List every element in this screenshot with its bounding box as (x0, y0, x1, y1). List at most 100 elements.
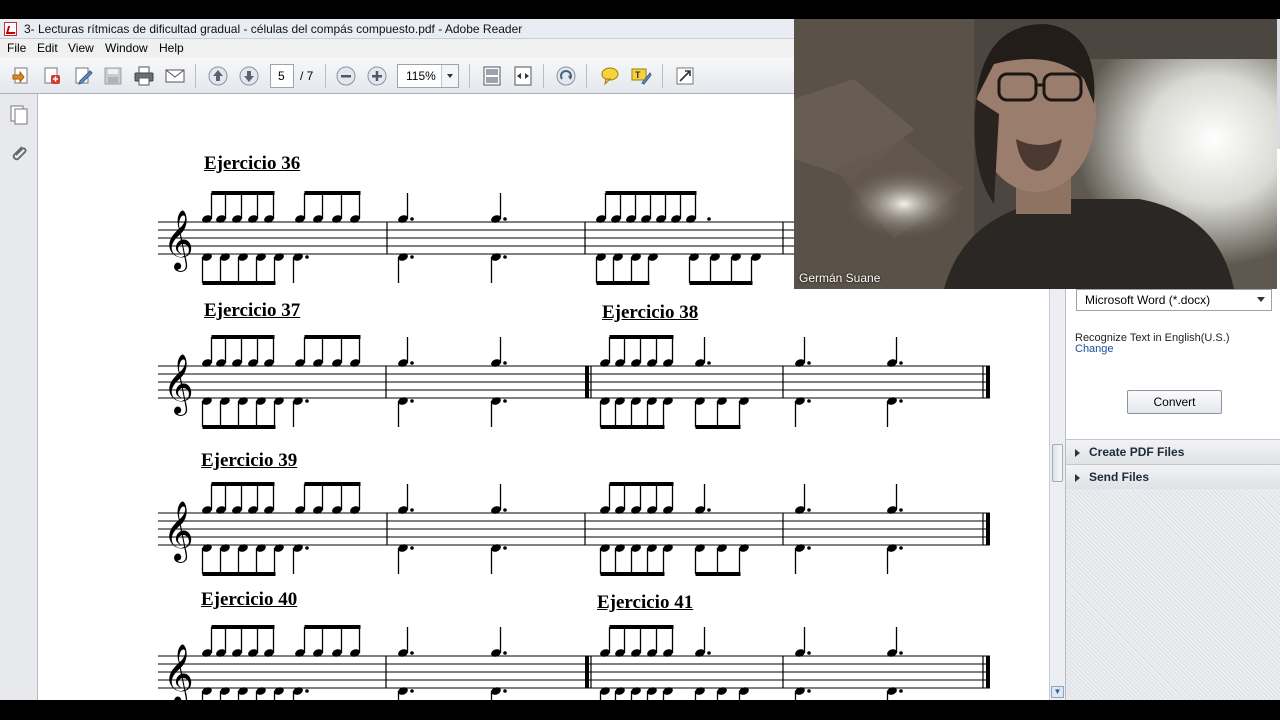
create-pdf-files-section[interactable]: Create PDF Files (1066, 439, 1280, 464)
note-dot (305, 546, 309, 550)
section-label: Send Files (1089, 470, 1150, 484)
note-beam (609, 482, 674, 486)
bar-line (585, 366, 589, 398)
note-dot (707, 217, 711, 221)
menu-help[interactable]: Help (159, 41, 184, 55)
note-dot (503, 255, 507, 259)
open-file-icon[interactable] (9, 64, 33, 88)
webcam-video (794, 19, 1277, 289)
note-beam (596, 281, 650, 285)
note-beam (600, 572, 665, 576)
note-dot (305, 689, 309, 693)
note-dot (410, 255, 414, 259)
note-dot (503, 546, 507, 550)
note-beam (609, 625, 674, 629)
note-dot (410, 651, 414, 655)
menu-view[interactable]: View (68, 41, 94, 55)
bar-line (585, 656, 589, 688)
attachments-icon[interactable] (8, 142, 30, 169)
zoom-level-select[interactable]: 115% (397, 64, 459, 88)
note-beam (211, 335, 275, 339)
svg-text:T: T (635, 70, 641, 80)
toolbar-separator (325, 64, 326, 88)
note-dot (807, 689, 811, 693)
previous-page-icon[interactable] (206, 64, 230, 88)
note-beam (600, 425, 665, 429)
highlight-text-icon[interactable]: T (629, 64, 653, 88)
scrollbar-thumb[interactable] (1052, 444, 1063, 482)
navigation-pane (0, 94, 38, 700)
note-dot (899, 689, 903, 693)
page-total: / 7 (300, 69, 314, 83)
chevron-down-icon[interactable] (441, 65, 458, 87)
pages-panel-icon[interactable] (8, 104, 30, 131)
note-beam (211, 191, 275, 195)
pdf-app-icon (4, 22, 17, 36)
note-dot (899, 361, 903, 365)
note-beam (202, 425, 276, 429)
expand-arrow-icon (1075, 474, 1080, 482)
zoom-out-icon[interactable] (334, 64, 358, 88)
comment-icon[interactable] (598, 64, 622, 88)
toolbar-separator (469, 64, 470, 88)
scroll-down-arrow-icon[interactable]: ▼ (1051, 686, 1064, 698)
participant-name: Germán Suane (799, 271, 881, 285)
treble-clef: 𝄞 (163, 354, 194, 416)
edit-document-icon[interactable] (71, 64, 95, 88)
note-beam (202, 281, 276, 285)
note-dot (503, 508, 507, 512)
note-dot (807, 546, 811, 550)
exercise-title: Ejercicio 36 (204, 153, 301, 174)
fit-page-icon[interactable] (480, 64, 504, 88)
next-page-icon[interactable] (237, 64, 261, 88)
screen: 3- Lecturas rítmicas de dificultad gradu… (0, 0, 1280, 720)
print-icon[interactable] (132, 64, 156, 88)
menu-file[interactable]: File (7, 41, 26, 55)
exercise-title: Ejercicio 37 (204, 300, 301, 321)
note-dot (807, 508, 811, 512)
exercise-title: Ejercicio 40 (201, 589, 298, 610)
exercise-title: Ejercicio 38 (602, 302, 699, 323)
note-beam (304, 482, 361, 486)
treble-clef: 𝄞 (163, 501, 194, 563)
page-number-input[interactable]: 5 (270, 64, 294, 88)
rotate-view-icon[interactable] (554, 64, 578, 88)
email-icon[interactable] (163, 64, 187, 88)
bar-line (986, 656, 990, 688)
note-beam (304, 335, 361, 339)
treble-clef: 𝄞 (163, 644, 194, 700)
note-beam (695, 425, 741, 429)
full-screen-icon[interactable] (673, 64, 697, 88)
zoom-in-icon[interactable] (365, 64, 389, 88)
window-title: 3- Lecturas rítmicas de dificultad gradu… (24, 22, 523, 36)
note-dot (807, 399, 811, 403)
note-dot (410, 546, 414, 550)
save-icon[interactable] (101, 64, 125, 88)
bar-line (986, 366, 990, 398)
convert-button[interactable]: Convert (1127, 390, 1222, 414)
convert-format-select[interactable]: Microsoft Word (*.docx) (1076, 289, 1272, 311)
menu-window[interactable]: Window (105, 41, 148, 55)
note-dot (899, 508, 903, 512)
note-beam (609, 335, 674, 339)
expand-arrow-icon (1075, 449, 1080, 457)
create-pdf-icon[interactable] (40, 64, 64, 88)
note-dot (503, 399, 507, 403)
change-language-link[interactable]: Change (1075, 343, 1114, 355)
note-beam (211, 482, 275, 486)
note-dot (503, 217, 507, 221)
pane-background (1066, 489, 1280, 700)
note-beam (304, 191, 361, 195)
note-dot (899, 651, 903, 655)
note-dot (899, 546, 903, 550)
toolbar-separator (586, 64, 587, 88)
note-dot (305, 399, 309, 403)
note-dot (503, 361, 507, 365)
note-dot (410, 399, 414, 403)
note-beam (695, 572, 741, 576)
menu-edit[interactable]: Edit (37, 41, 58, 55)
send-files-section[interactable]: Send Files (1066, 464, 1280, 489)
convert-format-value: Microsoft Word (*.docx) (1085, 293, 1211, 307)
note-dot (707, 651, 711, 655)
fit-width-icon[interactable] (511, 64, 535, 88)
